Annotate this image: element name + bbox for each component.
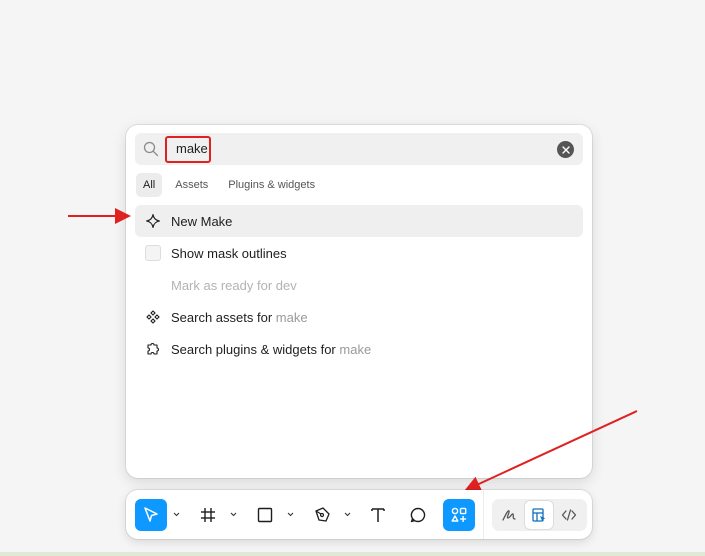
code-icon	[561, 509, 577, 521]
draw-mode-button[interactable]	[495, 501, 523, 529]
result-search-assets[interactable]: Search assets for make	[135, 301, 583, 333]
result-label: New Make	[171, 213, 233, 229]
plugin-icon	[135, 342, 171, 356]
tab-assets[interactable]: Assets	[168, 173, 215, 197]
result-search-plugins[interactable]: Search plugins & widgets for make	[135, 333, 583, 365]
search-icon	[143, 141, 159, 162]
bottom-toolbar	[126, 490, 592, 539]
chevron-down-icon	[344, 512, 350, 516]
result-label: Mark as ready for dev	[171, 277, 297, 293]
frame-tool-dropdown[interactable]	[228, 508, 238, 520]
move-tool-button[interactable]	[135, 499, 167, 531]
result-label: Search assets for	[171, 309, 273, 325]
frame-tool-button[interactable]	[192, 499, 224, 531]
assets-icon	[135, 310, 171, 324]
comment-icon	[410, 507, 426, 523]
search-input[interactable]	[176, 133, 536, 165]
toolbar-divider	[483, 490, 484, 539]
text-icon	[371, 508, 385, 522]
result-new-make[interactable]: New Make	[135, 205, 583, 237]
search-bar	[135, 133, 583, 165]
search-term: make	[339, 341, 372, 357]
result-label: Show mask outlines	[171, 245, 287, 261]
result-label: Search plugins & widgets for	[171, 341, 336, 357]
shape-tool-dropdown[interactable]	[285, 508, 295, 520]
draw-icon	[502, 510, 516, 521]
design-mode-button[interactable]	[525, 501, 553, 529]
mask-outlines-checkbox[interactable]	[145, 245, 161, 261]
frame-icon	[201, 508, 215, 522]
chevron-down-icon	[173, 512, 179, 516]
comment-tool-button[interactable]	[402, 499, 434, 531]
rectangle-tool-button[interactable]	[249, 499, 281, 531]
pen-tool-button[interactable]	[306, 499, 338, 531]
dev-mode-button[interactable]	[555, 501, 583, 529]
actions-icon	[451, 507, 467, 522]
page-bottom-edge	[0, 552, 705, 556]
tab-plugins-widgets[interactable]: Plugins & widgets	[221, 173, 322, 197]
text-tool-button[interactable]	[362, 499, 394, 531]
pen-icon	[315, 507, 330, 522]
tab-all[interactable]: All	[136, 173, 163, 197]
new-make-icon	[135, 213, 171, 229]
actions-tool-button[interactable]	[443, 499, 475, 531]
move-tool-dropdown[interactable]	[171, 508, 181, 520]
chevron-down-icon	[287, 512, 293, 516]
result-show-mask-outlines[interactable]: Show mask outlines	[135, 237, 583, 269]
clear-search-button[interactable]	[557, 141, 574, 158]
cursor-icon	[144, 507, 158, 522]
mode-switcher	[492, 499, 587, 531]
rectangle-icon	[257, 507, 273, 523]
filter-tabs: All Assets Plugins & widgets	[136, 173, 322, 197]
design-icon	[532, 508, 546, 522]
chevron-down-icon	[230, 512, 236, 516]
result-mark-ready-for-dev: Mark as ready for dev	[135, 269, 583, 301]
close-icon	[561, 145, 570, 154]
search-term: make	[275, 309, 308, 325]
pen-tool-dropdown[interactable]	[342, 508, 352, 520]
